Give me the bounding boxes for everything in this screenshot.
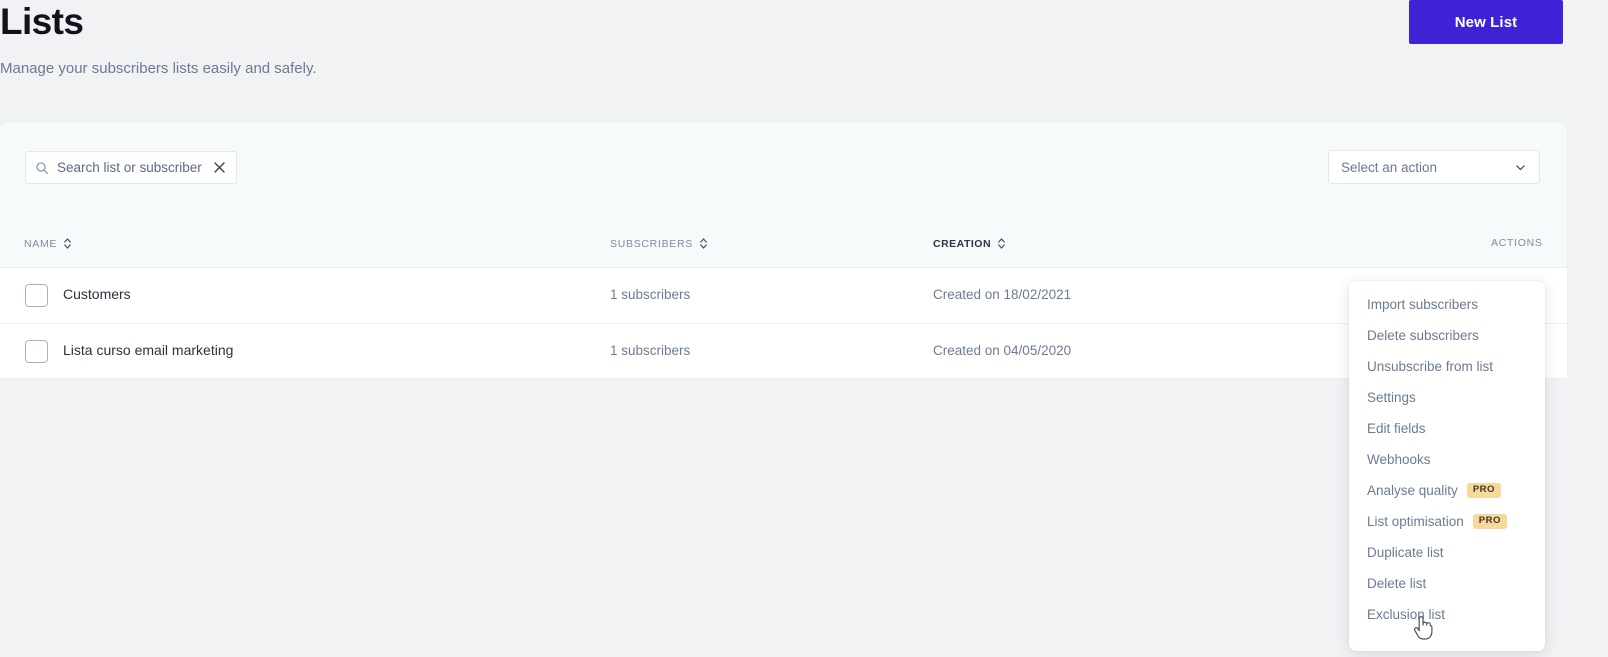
lists-table: Name Subscribers Creation — [0, 215, 1567, 379]
menu-item-label: Edit fields — [1367, 421, 1426, 436]
pro-badge: PRO — [1472, 514, 1507, 529]
page-subtitle: Manage your subscribers lists easily and… — [0, 60, 317, 77]
pro-badge: PRO — [1466, 483, 1501, 498]
select-an-action-dropdown[interactable]: Select an action — [1328, 150, 1540, 184]
page-header: Lists Manage your subscribers lists easi… — [0, 0, 1608, 120]
column-header-name-label: Name — [24, 237, 58, 250]
page-title: Lists — [0, 1, 84, 42]
select-an-action-label: Select an action — [1341, 159, 1438, 175]
column-header-creation[interactable]: Creation — [933, 237, 1006, 250]
sort-icon — [700, 238, 707, 249]
menu-item-label: Analyse quality — [1367, 483, 1458, 498]
close-icon[interactable] — [212, 160, 227, 175]
new-list-button[interactable]: New List — [1409, 0, 1563, 44]
menu-item-label: Delete subscribers — [1367, 328, 1479, 343]
search-box[interactable] — [25, 151, 237, 184]
menu-item-label: Webhooks — [1367, 452, 1431, 467]
row-creation: Created on 04/05/2020 — [933, 343, 1072, 358]
menu-item-unsubscribe-from-list[interactable]: Unsubscribe from list — [1349, 351, 1545, 382]
column-header-subscribers[interactable]: Subscribers — [610, 237, 708, 250]
row-checkbox[interactable] — [25, 284, 48, 307]
search-icon — [36, 161, 49, 174]
search-input[interactable] — [49, 160, 212, 175]
menu-item-duplicate-list[interactable]: Duplicate list — [1349, 537, 1545, 568]
menu-item-edit-fields[interactable]: Edit fields — [1349, 413, 1545, 444]
row-name: Customers — [63, 286, 131, 302]
column-header-name[interactable]: Name — [24, 237, 72, 250]
menu-item-analyse-quality[interactable]: Analyse quality PRO — [1349, 475, 1545, 506]
menu-item-import-subscribers[interactable]: Import subscribers — [1349, 289, 1545, 320]
menu-item-label: Settings — [1367, 390, 1416, 405]
menu-item-delete-list[interactable]: Delete list — [1349, 568, 1545, 599]
menu-item-exclusion-list[interactable]: Exclusion list — [1349, 599, 1545, 630]
menu-item-label: Import subscribers — [1367, 297, 1479, 312]
sort-icon — [998, 238, 1005, 249]
row-checkbox[interactable] — [25, 340, 48, 363]
menu-item-label: Delete list — [1367, 576, 1427, 591]
row-subscribers: 1 subscribers — [610, 343, 691, 358]
menu-item-label: Exclusion list — [1367, 607, 1446, 622]
row-name: Lista curso email marketing — [63, 342, 234, 358]
menu-item-label: Duplicate list — [1367, 545, 1444, 560]
row-subscribers: 1 subscribers — [610, 287, 691, 302]
table-header-row: Name Subscribers Creation — [0, 215, 1567, 267]
chevron-down-icon — [1516, 164, 1525, 170]
menu-item-label: List optimisation — [1367, 514, 1464, 529]
table-row[interactable]: Customers 1 subscribers Created on 18/02… — [0, 267, 1567, 323]
column-header-subscribers-label: Subscribers — [610, 237, 693, 250]
menu-item-delete-subscribers[interactable]: Delete subscribers — [1349, 320, 1545, 351]
table-toolbar: Select an action — [0, 123, 1567, 215]
sort-icon — [64, 238, 71, 249]
table-row[interactable]: Lista curso email marketing 1 subscriber… — [0, 323, 1567, 379]
menu-item-label: Unsubscribe from list — [1367, 359, 1494, 374]
column-header-creation-label: Creation — [933, 237, 992, 250]
lists-card: Select an action Name Subscribers — [0, 123, 1567, 379]
row-actions-dropdown-menu: Import subscribers Delete subscribers Un… — [1349, 281, 1545, 651]
column-header-actions-label: Actions — [1491, 237, 1543, 249]
row-creation: Created on 18/02/2021 — [933, 287, 1072, 302]
menu-item-list-optimisation[interactable]: List optimisation PRO — [1349, 506, 1545, 537]
menu-item-webhooks[interactable]: Webhooks — [1349, 444, 1545, 475]
menu-item-settings[interactable]: Settings — [1349, 382, 1545, 413]
column-header-actions: Actions — [1491, 237, 1543, 249]
